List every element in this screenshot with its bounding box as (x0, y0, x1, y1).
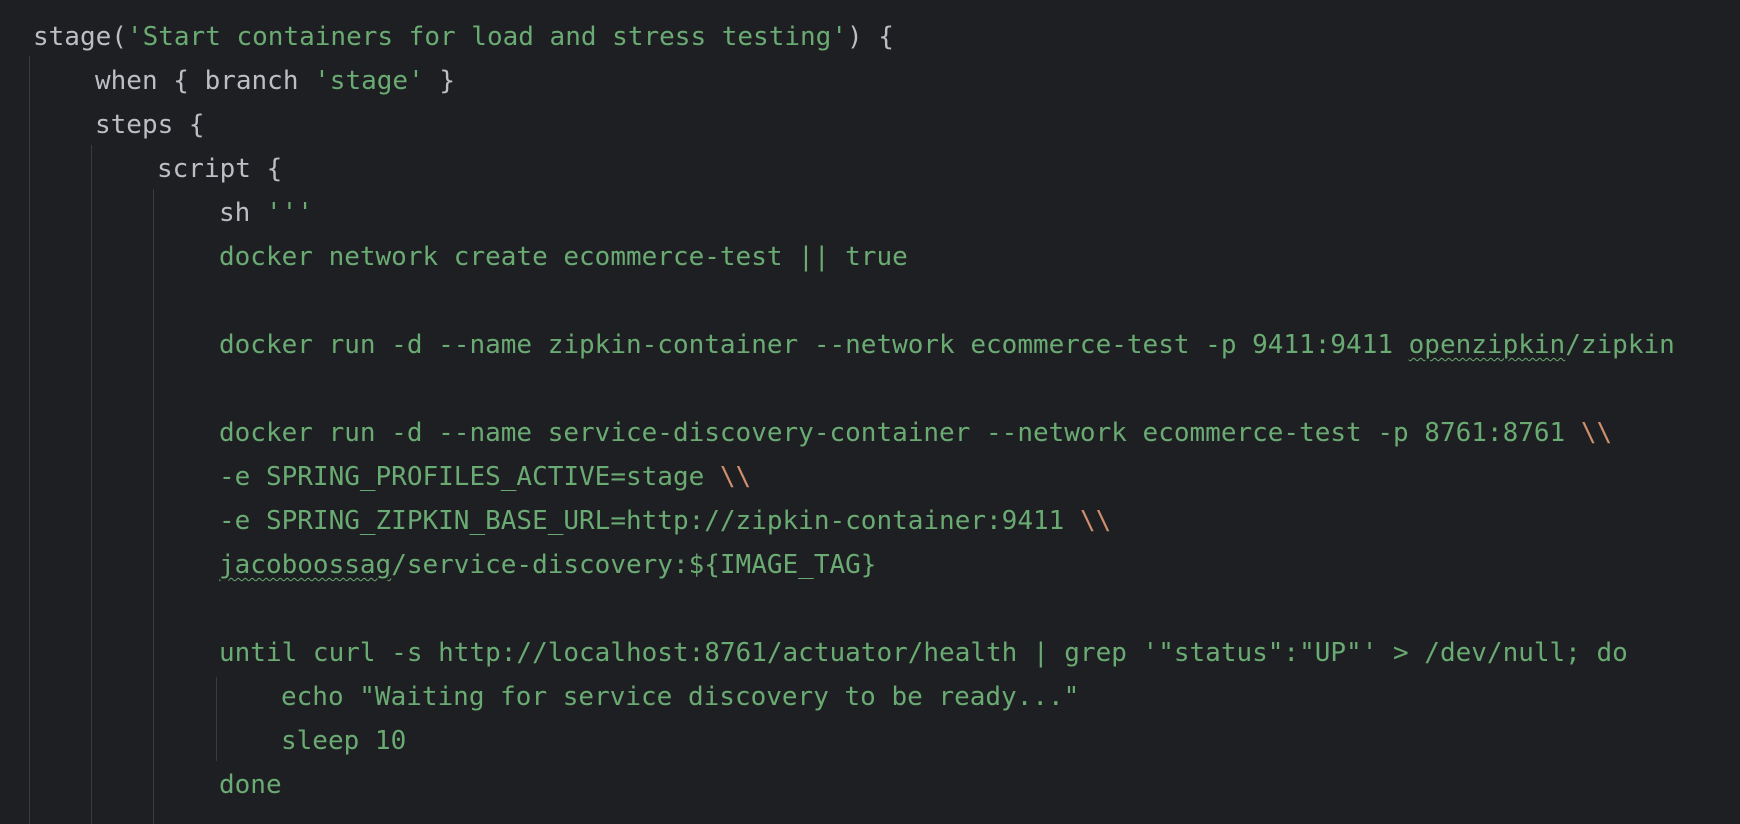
code-token: echo "Waiting for service discovery to b… (281, 682, 1080, 712)
code-token: docker run -d --name zipkin-container --… (219, 330, 1409, 360)
code-line[interactable]: docker run -d --name service-discovery-c… (219, 411, 1612, 455)
code-line[interactable]: sh ''' (219, 191, 313, 235)
code-line[interactable]: -e SPRING_ZIPKIN_BASE_URL=http://zipkin-… (219, 499, 1111, 543)
code-token: sleep 10 (281, 726, 407, 756)
code-line[interactable]: until curl -s http://localhost:8761/actu… (219, 631, 1628, 675)
code-token: \\ (719, 462, 752, 492)
code-token: steps { (95, 110, 205, 140)
code-token: -e SPRING_PROFILES_ACTIVE=stage (219, 462, 720, 492)
indent-guide-until (216, 677, 217, 761)
code-line[interactable]: done (219, 763, 282, 807)
code-line[interactable]: steps { (95, 103, 205, 147)
code-token: script { (157, 154, 283, 184)
code-token: 'Start containers for load and stress te… (126, 22, 847, 52)
code-line[interactable]: docker run -d --name zipkin-container --… (219, 323, 1675, 367)
code-line[interactable]: jacoboossag/service-discovery:${IMAGE_TA… (219, 543, 876, 587)
code-line[interactable]: -e SPRING_PROFILES_ACTIVE=stage \\ (219, 455, 751, 499)
code-token: done (219, 770, 282, 800)
code-line[interactable]: docker network create ecommerce-test || … (219, 235, 908, 279)
code-token: 'stage' (314, 66, 424, 96)
misspelled-token: jacoboossag (219, 550, 392, 580)
code-token: } (423, 66, 456, 96)
code-editor[interactable]: stage('Start containers for load and str… (0, 0, 1740, 824)
code-line[interactable]: sleep 10 (281, 719, 406, 763)
indent-guide-steps (91, 145, 92, 824)
code-token: /zipkin (1565, 330, 1675, 360)
misspelled-token: openzipkin (1408, 330, 1566, 360)
code-token: ''' (265, 198, 313, 228)
code-line[interactable]: when { branch 'stage' } (95, 59, 455, 103)
code-line[interactable]: script { (157, 147, 282, 191)
code-token: stage( (33, 22, 127, 52)
code-line[interactable]: stage('Start containers for load and str… (33, 15, 894, 59)
code-token: until curl -s http://localhost:8761/actu… (219, 638, 1628, 668)
code-token: docker network create ecommerce-test || … (219, 242, 908, 272)
indent-guide-script (153, 189, 154, 824)
code-token: -e SPRING_ZIPKIN_BASE_URL=http://zipkin-… (219, 506, 1080, 536)
code-token: \\ (1079, 506, 1112, 536)
code-token: docker run -d --name service-discovery-c… (219, 418, 1581, 448)
code-token: when { branch (95, 66, 315, 96)
indent-guide-stage (29, 56, 30, 824)
code-token: /service-discovery:${IMAGE_TAG} (391, 550, 877, 580)
code-token: ) { (846, 22, 894, 52)
code-token: sh (219, 198, 266, 228)
code-token: \\ (1580, 418, 1613, 448)
code-line[interactable]: echo "Waiting for service discovery to b… (281, 675, 1079, 719)
